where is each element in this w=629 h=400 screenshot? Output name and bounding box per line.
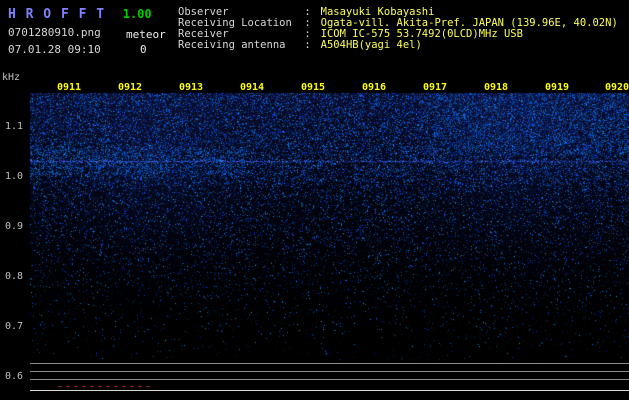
time-tick-0920: 0920 <box>605 82 629 93</box>
time-tick-0912: 0912 <box>118 82 143 93</box>
freq-tick-0-6: 0.6 <box>5 371 24 382</box>
info-row-antenna: Receiving antenna : A504HB(yagi 4el) <box>178 40 618 51</box>
app-title: H R O F F T <box>8 7 106 22</box>
hrofft-screen: H R O F F T 1.00 0701280910.png meteor 0… <box>0 0 629 400</box>
time-tick-0916: 0916 <box>362 82 387 93</box>
datetime-label: 07.01.28 09:10 <box>8 43 101 56</box>
time-tick-0917: 0917 <box>423 82 448 93</box>
freq-tick-0-9: 0.9 <box>5 221 24 232</box>
time-tick-0913: 0913 <box>179 82 204 93</box>
time-tick-0915: 0915 <box>301 82 326 93</box>
freq-tick-1-1: 1.1 <box>5 121 24 132</box>
info-label: Receiving antenna <box>178 39 286 51</box>
freq-tick-0-8: 0.8 <box>5 271 24 282</box>
station-info: Observer : Masayuki Kobayashi Receiving … <box>178 7 618 51</box>
freq-axis-unit: kHz <box>2 72 21 83</box>
time-tick-0911: 0911 <box>57 82 82 93</box>
time-tick-0919: 0919 <box>545 82 570 93</box>
strip-line-3 <box>30 379 629 380</box>
time-tick-0918: 0918 <box>484 82 509 93</box>
freq-tick-0-7: 0.7 <box>5 321 24 332</box>
time-tick-0914: 0914 <box>240 82 265 93</box>
spectrogram-canvas <box>0 70 629 400</box>
info-colon: : <box>304 39 311 51</box>
strip-baseline <box>30 390 629 391</box>
output-filename: 0701280910.png <box>8 26 101 39</box>
mode-label: meteor <box>126 28 166 41</box>
app-version: 1.00 <box>122 7 152 21</box>
freq-tick-1-0: 1.0 <box>5 171 24 182</box>
strip-line-2 <box>30 371 629 372</box>
info-value: A504HB(yagi 4el) <box>320 39 422 51</box>
echo-count: 0 <box>140 43 147 56</box>
meteor-marker-dashes <box>58 386 153 387</box>
title-row: H R O F F T 1.00 <box>8 3 152 22</box>
strip-line-1 <box>30 363 629 364</box>
